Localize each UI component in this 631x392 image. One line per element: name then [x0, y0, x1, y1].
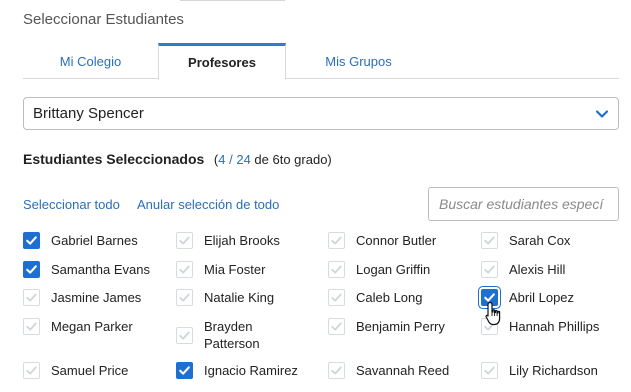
grade-suffix: de 6to grado)	[250, 152, 332, 167]
checkbox-unchecked[interactable]	[481, 232, 498, 249]
student-name: Jasmine James	[51, 290, 142, 305]
tab-profesores[interactable]: Profesores	[158, 43, 286, 80]
student-item[interactable]: Ignacio Ramirez	[176, 362, 324, 379]
checkbox-unchecked[interactable]	[328, 362, 345, 379]
student-item[interactable]: Caleb Long	[328, 289, 476, 306]
student-name: Samantha Evans	[51, 262, 151, 277]
checkbox-unchecked[interactable]	[481, 362, 498, 379]
checkbox-checked[interactable]	[481, 289, 498, 306]
tab-mis-grupos[interactable]: Mis Grupos	[286, 43, 431, 79]
student-name: Alexis Hill	[509, 262, 566, 277]
checkbox-unchecked[interactable]	[481, 318, 498, 335]
checkbox-unchecked[interactable]	[23, 318, 40, 335]
chevron-down-icon	[595, 110, 609, 118]
student-item[interactable]: Jasmine James	[23, 289, 171, 306]
student-item[interactable]: Sarah Cox	[481, 232, 629, 249]
total-count: 24	[236, 152, 251, 167]
checkbox-checked[interactable]	[23, 261, 40, 278]
top-divider	[180, 0, 285, 1]
checkbox-unchecked[interactable]	[328, 318, 345, 335]
student-name: Lily Richardson	[509, 363, 598, 378]
tab-bar: Mi Colegio Profesores Mis Grupos	[23, 43, 619, 80]
student-item[interactable]: Connor Butler	[328, 232, 476, 249]
checkbox-unchecked[interactable]	[481, 261, 498, 278]
selected-count: 4	[218, 152, 226, 167]
student-item[interactable]: Benjamin Perry	[328, 318, 476, 335]
checkbox-checked[interactable]	[23, 232, 40, 249]
student-name: Ignacio Ramirez	[204, 363, 298, 378]
student-name: Natalie King	[204, 290, 275, 305]
student-name: Hannah Phillips	[509, 319, 600, 334]
checkbox-unchecked[interactable]	[328, 261, 345, 278]
student-item[interactable]: Gabriel Barnes	[23, 232, 171, 249]
student-item[interactable]: Hannah Phillips	[481, 318, 629, 335]
checkbox-checked[interactable]	[176, 362, 193, 379]
student-item[interactable]: Logan Griffin	[328, 261, 476, 278]
select-all-link[interactable]: Seleccionar todo	[23, 197, 120, 212]
student-name: Sarah Cox	[509, 233, 571, 248]
student-item[interactable]: Abril Lopez	[481, 289, 629, 306]
selected-separator: /	[225, 152, 237, 167]
search-input[interactable]	[428, 187, 619, 221]
student-item[interactable]: Alexis Hill	[481, 261, 629, 278]
deselect-all-link[interactable]: Anular selección de todo	[137, 197, 279, 212]
checkbox-unchecked[interactable]	[23, 289, 40, 306]
student-item[interactable]: Lily Richardson	[481, 362, 629, 379]
teacher-select[interactable]: Brittany Spencer	[23, 97, 619, 130]
selected-heading: Estudiantes Seleccionados	[23, 151, 205, 167]
checkbox-unchecked[interactable]	[176, 232, 193, 249]
student-name: Benjamin Perry	[356, 319, 445, 334]
student-name: Savannah Reed	[356, 363, 450, 378]
student-item[interactable]: Samantha Evans	[23, 261, 171, 278]
student-item[interactable]: Mia Foster	[176, 261, 324, 278]
student-name: Brayden Patterson	[204, 319, 260, 351]
student-name: Mia Foster	[204, 262, 266, 277]
student-item[interactable]: Natalie King	[176, 289, 324, 306]
student-name: Gabriel Barnes	[51, 233, 138, 248]
teacher-select-value: Brittany Spencer	[33, 105, 144, 122]
checkbox-unchecked[interactable]	[328, 232, 345, 249]
student-name: Megan Parker	[51, 319, 133, 334]
student-name: Samuel Price	[51, 363, 129, 378]
student-name: Abril Lopez	[509, 290, 575, 305]
student-name: Elijah Brooks	[204, 233, 280, 248]
student-item[interactable]: Savannah Reed	[328, 362, 476, 379]
student-name: Logan Griffin	[356, 262, 431, 277]
student-item[interactable]: Megan Parker	[23, 318, 171, 335]
page-title: Seleccionar Estudiantes	[23, 11, 184, 28]
selected-summary: Estudiantes Seleccionados (4 / 24 de 6to…	[23, 151, 332, 167]
checkbox-unchecked[interactable]	[176, 261, 193, 278]
student-item[interactable]: Elijah Brooks	[176, 232, 324, 249]
student-item[interactable]: Brayden Patterson	[176, 318, 284, 352]
student-name: Connor Butler	[356, 233, 437, 248]
checkbox-unchecked[interactable]	[176, 326, 193, 344]
checkbox-unchecked[interactable]	[328, 289, 345, 306]
student-name: Caleb Long	[356, 290, 423, 305]
student-item[interactable]: Samuel Price	[23, 362, 171, 379]
tab-mi-colegio[interactable]: Mi Colegio	[23, 43, 158, 79]
checkbox-unchecked[interactable]	[23, 362, 40, 379]
checkbox-unchecked[interactable]	[176, 289, 193, 306]
